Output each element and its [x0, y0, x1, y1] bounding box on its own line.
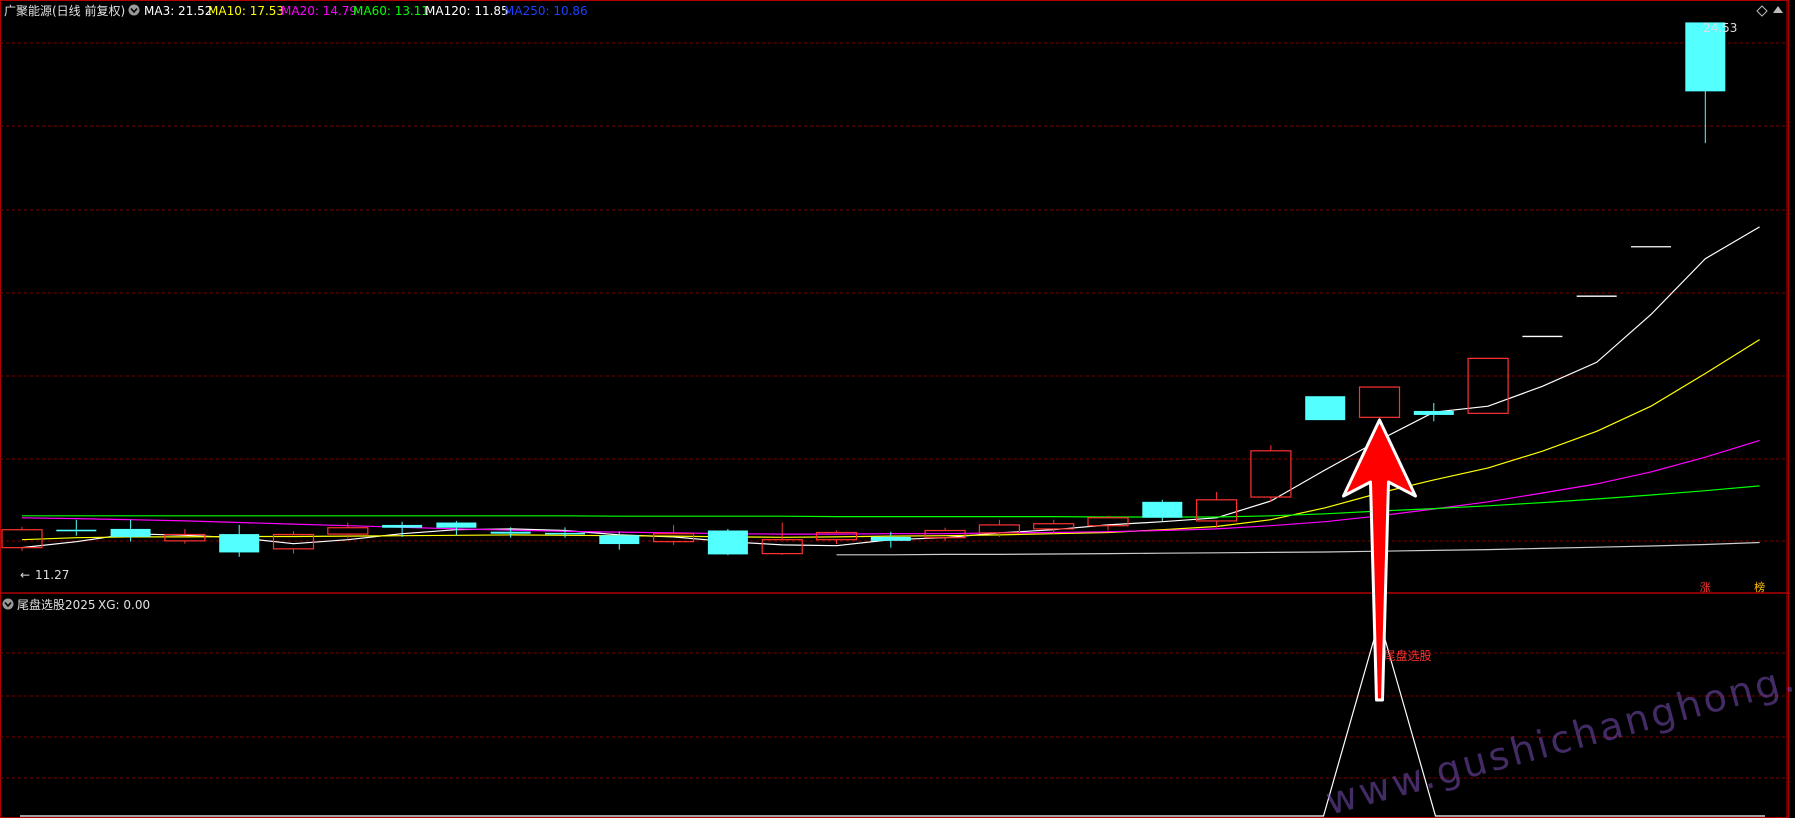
- candle: [1033, 519, 1075, 534]
- up-arrow-icon[interactable]: [1773, 6, 1783, 13]
- candle: [1413, 402, 1454, 422]
- candlesticks: [1, 22, 1726, 557]
- candle: [545, 527, 585, 538]
- ma-line-ma20: [21, 439, 1760, 535]
- xg-signal-line: [20, 617, 1765, 817]
- ma120-label: MA120: 11.85: [425, 4, 509, 18]
- svg-text:←: ←: [20, 568, 30, 582]
- xg-signal-label: 尾盘选股: [1384, 648, 1432, 663]
- candle: [1142, 499, 1183, 521]
- signal-label: 涨: [1700, 581, 1711, 594]
- indicator-header: 尾盘选股2025 XG: 0.00: [2, 597, 150, 612]
- ma-line-ma120: [836, 541, 1760, 556]
- candle: [1305, 396, 1346, 421]
- stock-chart[interactable]: 尾盘选股 涨 榜 广聚能源(日线 前复权) MA3: 21.52 MA10: 17…: [0, 0, 1795, 818]
- candle: [382, 521, 423, 537]
- main-header: 广聚能源(日线 前复权) MA3: 21.52 MA10: 17.53 MA20…: [4, 3, 588, 18]
- low-price-label: ← 11.27: [20, 568, 69, 582]
- diamond-icon[interactable]: [1756, 5, 1768, 17]
- candle: [761, 522, 803, 555]
- grid-lines: [0, 0, 1790, 818]
- ma-line-ma60: [22, 485, 1760, 518]
- candle: [707, 528, 748, 556]
- indicator-value: XG: 0.00: [98, 598, 150, 612]
- candle: [652, 524, 695, 545]
- indicator-name: 尾盘选股2025: [17, 597, 96, 612]
- candle: [1087, 515, 1129, 531]
- candle: [599, 531, 640, 550]
- indicator-panel: 尾盘选股: [20, 617, 1765, 817]
- candle: [56, 519, 97, 536]
- stock-title: 广聚能源(日线 前复权): [4, 3, 125, 18]
- collapse-icon[interactable]: [128, 4, 140, 16]
- signal-label: 榜: [1754, 580, 1765, 594]
- collapse-icon[interactable]: [2, 598, 14, 610]
- candle: [1685, 22, 1726, 144]
- moving-average-lines: [21, 226, 1760, 556]
- ma3-label: MA3: 21.52: [144, 4, 212, 18]
- high-price-label: 24.53: [1703, 21, 1737, 35]
- ma60-label: MA60: 13.11: [353, 4, 429, 18]
- candle: [1195, 491, 1238, 528]
- ma10-label: MA10: 17.53: [208, 4, 284, 18]
- candle: [110, 519, 151, 542]
- ma250-label: MA250: 10.86: [504, 4, 588, 18]
- ma20-label: MA20: 14.79: [281, 4, 357, 18]
- candle: [1467, 357, 1509, 414]
- candle: [219, 524, 260, 557]
- ma-line-ma10: [21, 339, 1760, 541]
- svg-text:11.27: 11.27: [35, 568, 69, 582]
